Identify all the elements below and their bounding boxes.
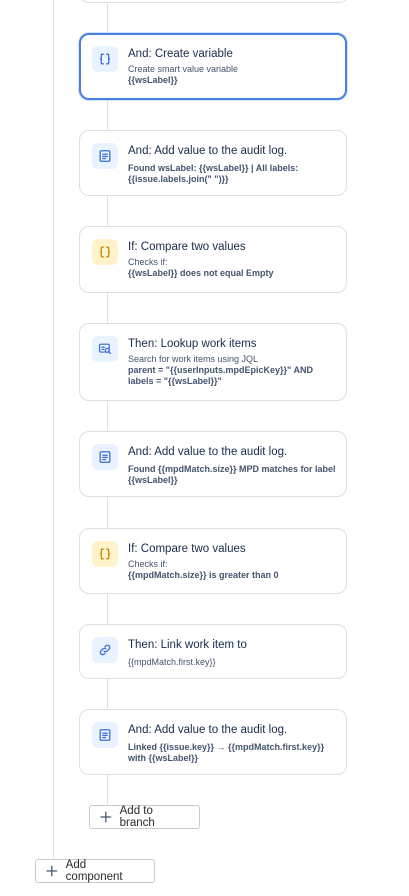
component-card-compare-values[interactable]: If: Compare two values Checks if: {{wsLa… — [79, 226, 347, 293]
component-card-audit-log[interactable]: And: Add value to the audit log. Linked … — [79, 709, 347, 775]
link-icon — [92, 637, 118, 663]
add-component-label: Add component — [65, 859, 123, 883]
component-card-audit-log[interactable]: And: Add value to the audit log. Found w… — [79, 130, 347, 196]
card-title: Then: Link work item to — [128, 639, 247, 651]
outer-connector-line — [53, 0, 54, 858]
document-icon — [92, 444, 118, 470]
card-title: And: Add value to the audit log. — [128, 145, 288, 157]
card-detail: Linked {{issue.key}} → {{mpdMatch.first.… — [128, 742, 325, 763]
braces-icon — [92, 46, 118, 72]
card-title: And: Add value to the audit log. — [128, 724, 288, 736]
card-detail: {{wsLabel}} does not equal Empty — [128, 268, 274, 278]
component-card-audit-log[interactable]: And: Add value to the audit log. Found {… — [79, 431, 347, 497]
card-detail: {{mpdMatch.size}} is greater than 0 — [128, 570, 279, 580]
document-icon — [92, 143, 118, 169]
card-subtitle: Create smart value variable — [128, 64, 239, 74]
component-card-lookup-work-items[interactable]: Then: Lookup work items Search for work … — [79, 323, 347, 401]
card-subtitle: Checks if: — [128, 559, 168, 569]
card-detail: parent = "{{userInputs.mpdEpicKey}}" AND… — [128, 365, 313, 386]
add-to-branch-label: Add to branch — [119, 805, 155, 829]
add-to-branch-button[interactable]: Add to branch — [89, 805, 200, 829]
braces-icon — [92, 239, 118, 265]
card-title: And: Add value to the audit log. — [128, 446, 288, 458]
card-title: If: Compare two values — [128, 241, 246, 253]
previous-component-card[interactable] — [79, 0, 349, 3]
braces-icon — [92, 541, 118, 567]
card-detail: {{mpdMatch.first.key}} — [128, 657, 216, 667]
card-detail: Found wsLabel: {{wsLabel}} | All labels:… — [128, 163, 299, 184]
branch-connector-line — [107, 0, 108, 806]
card-title: Then: Lookup work items — [128, 338, 257, 350]
card-detail: {{wsLabel}} — [128, 75, 178, 85]
component-card-create-variable[interactable]: And: Create variable Create smart value … — [79, 33, 347, 100]
card-subtitle: Search for work items using JQL — [128, 354, 259, 364]
component-card-link-work-item[interactable]: Then: Link work item to {{mpdMatch.first… — [79, 624, 347, 679]
component-card-compare-values[interactable]: If: Compare two values Checks if: {{mpdM… — [79, 528, 347, 594]
search-list-icon — [92, 336, 118, 362]
card-subtitle: Checks if: — [128, 257, 168, 267]
card-title: If: Compare two values — [128, 543, 246, 555]
add-component-button[interactable]: Add component — [35, 859, 155, 883]
card-title: And: Create variable — [128, 48, 233, 60]
plus-icon — [100, 811, 112, 823]
document-icon — [92, 722, 118, 748]
card-detail: Found {{mpdMatch.size}} MPD matches for … — [128, 464, 336, 485]
plus-icon — [46, 865, 58, 877]
